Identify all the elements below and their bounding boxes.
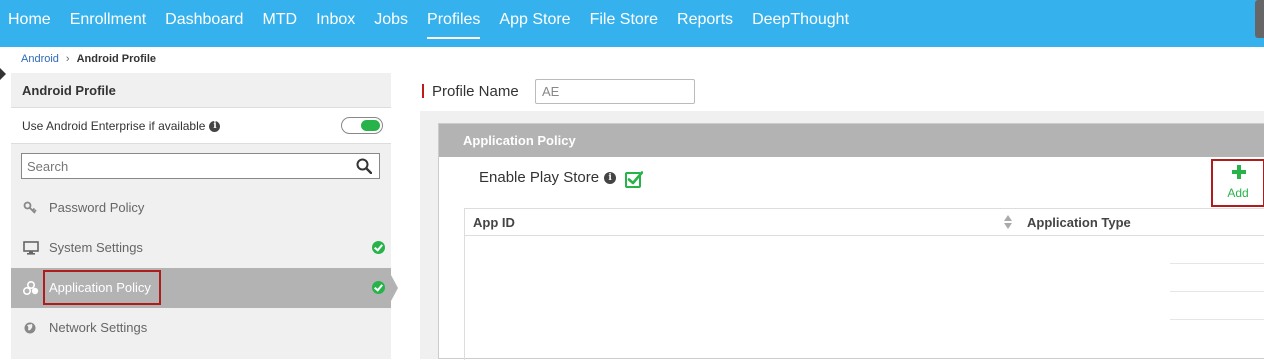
- breadcrumb-android-link[interactable]: Android: [21, 53, 59, 65]
- sidebar-item-system-settings[interactable]: System Settings: [11, 228, 391, 268]
- sidebar-item-label: Password Policy: [49, 200, 145, 215]
- sidebar-item-application-policy[interactable]: Application Policy: [11, 268, 398, 308]
- sidebar-title: Android Profile: [22, 83, 116, 98]
- collapse-arrow-icon[interactable]: [0, 68, 6, 80]
- info-icon[interactable]: i: [604, 171, 617, 184]
- nav-item-jobs[interactable]: Jobs: [374, 0, 408, 47]
- app-table: App ID Application Type: [464, 208, 1264, 360]
- sidebar-item-label: Network Settings: [49, 320, 148, 335]
- breadcrumb-current: Android Profile: [76, 53, 157, 65]
- play-store-row: Enable Play Store i: [479, 169, 617, 186]
- column-application-type[interactable]: Application Type: [1027, 215, 1131, 230]
- sort-icon[interactable]: [1003, 215, 1013, 231]
- play-store-checkbox[interactable]: [625, 170, 643, 188]
- breadcrumb: Android › Android Profile: [21, 53, 156, 65]
- nav-item-enrollment[interactable]: Enrollment: [70, 0, 146, 47]
- nav-item-home[interactable]: Home: [8, 0, 51, 47]
- apps-icon: [23, 281, 39, 295]
- search-input[interactable]: [22, 154, 342, 178]
- enterprise-label-wrap: Use Android Enterprise if available i: [22, 119, 221, 133]
- nav-menu: Home Enrollment Dashboard MTD Inbox Jobs…: [0, 0, 1264, 47]
- profile-name-label: Profile Name: [432, 83, 519, 100]
- column-app-id[interactable]: App ID: [473, 215, 515, 230]
- search-icon[interactable]: [356, 158, 372, 174]
- table-row-divider: [1170, 319, 1264, 320]
- active-pointer: [391, 275, 398, 301]
- nav-item-file-store[interactable]: File Store: [590, 0, 658, 47]
- toggle-knob: [361, 120, 380, 131]
- policy-container: Application Policy Enable Play Store i A…: [420, 111, 1264, 360]
- monitor-icon: [23, 241, 39, 255]
- search-box: [21, 153, 380, 179]
- nav-item-inbox[interactable]: Inbox: [316, 0, 355, 47]
- key-icon: [23, 201, 37, 214]
- enterprise-label: Use Android Enterprise if available: [22, 119, 206, 133]
- globe-icon: [24, 322, 36, 334]
- enterprise-toggle[interactable]: [341, 117, 383, 134]
- check-circle-icon: [372, 281, 385, 294]
- table-row-divider: [1170, 291, 1264, 292]
- section-header: Application Policy: [439, 124, 1264, 157]
- play-store-label: Enable Play Store: [479, 169, 600, 186]
- breadcrumb-separator-icon: ›: [65, 53, 70, 65]
- nav-item-dashboard[interactable]: Dashboard: [165, 0, 243, 47]
- nav-item-mtd[interactable]: MTD: [262, 0, 297, 47]
- table-row-divider: [1170, 263, 1264, 264]
- add-button[interactable]: Add: [1211, 159, 1264, 207]
- sidebar-item-network-settings[interactable]: Network Settings: [11, 308, 391, 348]
- sidebar-item-password-policy[interactable]: Password Policy: [11, 188, 391, 228]
- check-circle-icon: [372, 241, 385, 254]
- nav-item-app-store[interactable]: App Store: [499, 0, 570, 47]
- add-label: Add: [1227, 186, 1249, 200]
- highlight-box: [43, 270, 161, 305]
- sidebar-item-label: System Settings: [49, 240, 143, 255]
- profile-sidebar: Android Profile Use Android Enterprise i…: [11, 73, 398, 359]
- enterprise-row: Use Android Enterprise if available i: [11, 107, 391, 144]
- nav-item-profiles[interactable]: Profiles: [427, 0, 481, 47]
- plus-icon: [1232, 165, 1246, 179]
- top-navigation: Home Enrollment Dashboard MTD Inbox Jobs…: [0, 0, 1264, 47]
- user-menu-edge[interactable]: [1255, 0, 1264, 38]
- table-header: App ID Application Type: [465, 208, 1264, 236]
- info-icon[interactable]: i: [209, 120, 221, 132]
- nav-item-deepthought[interactable]: DeepThought: [752, 0, 849, 47]
- required-marker: [422, 84, 424, 98]
- profile-name-input[interactable]: [535, 79, 695, 104]
- nav-item-reports[interactable]: Reports: [677, 0, 733, 47]
- application-policy-panel: Application Policy Enable Play Store i A…: [438, 123, 1264, 360]
